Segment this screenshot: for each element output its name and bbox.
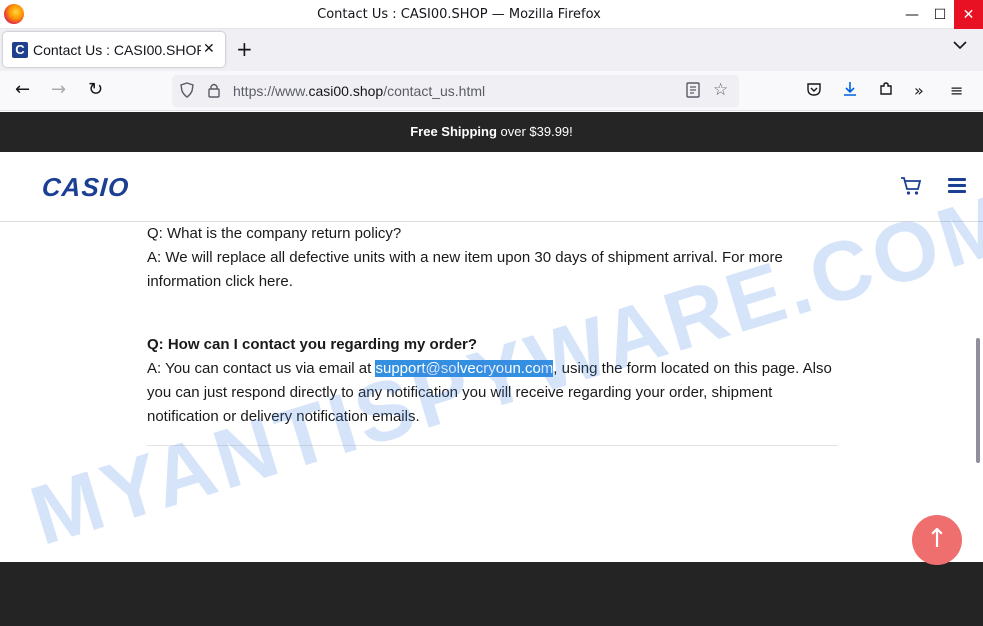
bookmark-star-icon[interactable]: ☆	[713, 80, 728, 100]
promo-banner: Free Shipping over $39.99!	[0, 112, 983, 152]
tab-contact-us[interactable]: C Contact Us : CASI00.SHOP ✕	[3, 32, 225, 67]
reload-button[interactable]: ↻	[88, 79, 103, 101]
faq-content: Q: What is the company return policy? A:…	[147, 222, 847, 429]
divider	[147, 445, 838, 446]
promo-bold: Free Shipping	[410, 124, 497, 139]
maximize-button[interactable]: ☐	[925, 0, 955, 29]
tab-bar: C Contact Us : CASI00.SHOP ✕ +	[0, 29, 983, 71]
casio-favicon-icon: C	[12, 42, 28, 58]
lock-icon[interactable]	[208, 82, 220, 102]
tab-title: Contact Us : CASI00.SHOP	[33, 42, 201, 58]
app-menu-icon[interactable]: ≡	[950, 81, 963, 100]
url-bar[interactable]: https://www.casi00.shop/contact_us.html …	[172, 75, 739, 107]
window-titlebar: Contact Us : CASI00.SHOP — Mozilla Firef…	[0, 0, 983, 29]
back-to-top-button[interactable]: ↑	[912, 515, 962, 565]
extensions-icon[interactable]	[878, 81, 894, 101]
faq-answer: A: You can contact us via email at suppo…	[147, 360, 832, 425]
faq-question: Q: What is the company return policy?	[147, 225, 402, 242]
minimize-button[interactable]: —	[897, 0, 927, 29]
url-text[interactable]: https://www.casi00.shop/contact_us.html	[233, 83, 485, 99]
faq-question: Q: How can I contact you regarding my or…	[147, 336, 478, 353]
reader-view-icon[interactable]	[686, 82, 700, 102]
download-icon[interactable]	[842, 81, 858, 101]
cart-icon[interactable]	[900, 176, 922, 201]
support-email-link[interactable]: support@solvecryoun.com	[375, 360, 554, 377]
overflow-icon[interactable]: »	[914, 81, 924, 100]
forward-button[interactable]: →	[51, 79, 66, 101]
pocket-icon[interactable]	[806, 81, 822, 101]
casio-logo[interactable]: CASIO	[41, 172, 130, 203]
close-window-button[interactable]: ✕	[954, 0, 983, 29]
window-title: Contact Us : CASI00.SHOP — Mozilla Firef…	[317, 7, 601, 22]
web-page: Free Shipping over $39.99! CASIO Q: What…	[0, 112, 983, 626]
site-footer	[0, 562, 983, 626]
navigation-toolbar: ← → ↻ https://www.casi00.shop/contact_us…	[0, 71, 983, 111]
faq-answer: A: We will replace all defective units w…	[147, 249, 783, 290]
new-tab-button[interactable]: +	[236, 37, 253, 61]
tab-close-button[interactable]: ✕	[203, 41, 215, 57]
list-all-tabs-button[interactable]	[953, 39, 967, 54]
back-button[interactable]: ←	[15, 79, 30, 101]
shield-icon[interactable]	[180, 82, 194, 102]
promo-rest: over $39.99!	[496, 124, 573, 139]
hamburger-menu-icon[interactable]	[948, 178, 966, 194]
chevron-down-icon	[953, 41, 967, 50]
page-scrollbar[interactable]	[976, 338, 980, 463]
site-header: CASIO	[0, 152, 983, 222]
